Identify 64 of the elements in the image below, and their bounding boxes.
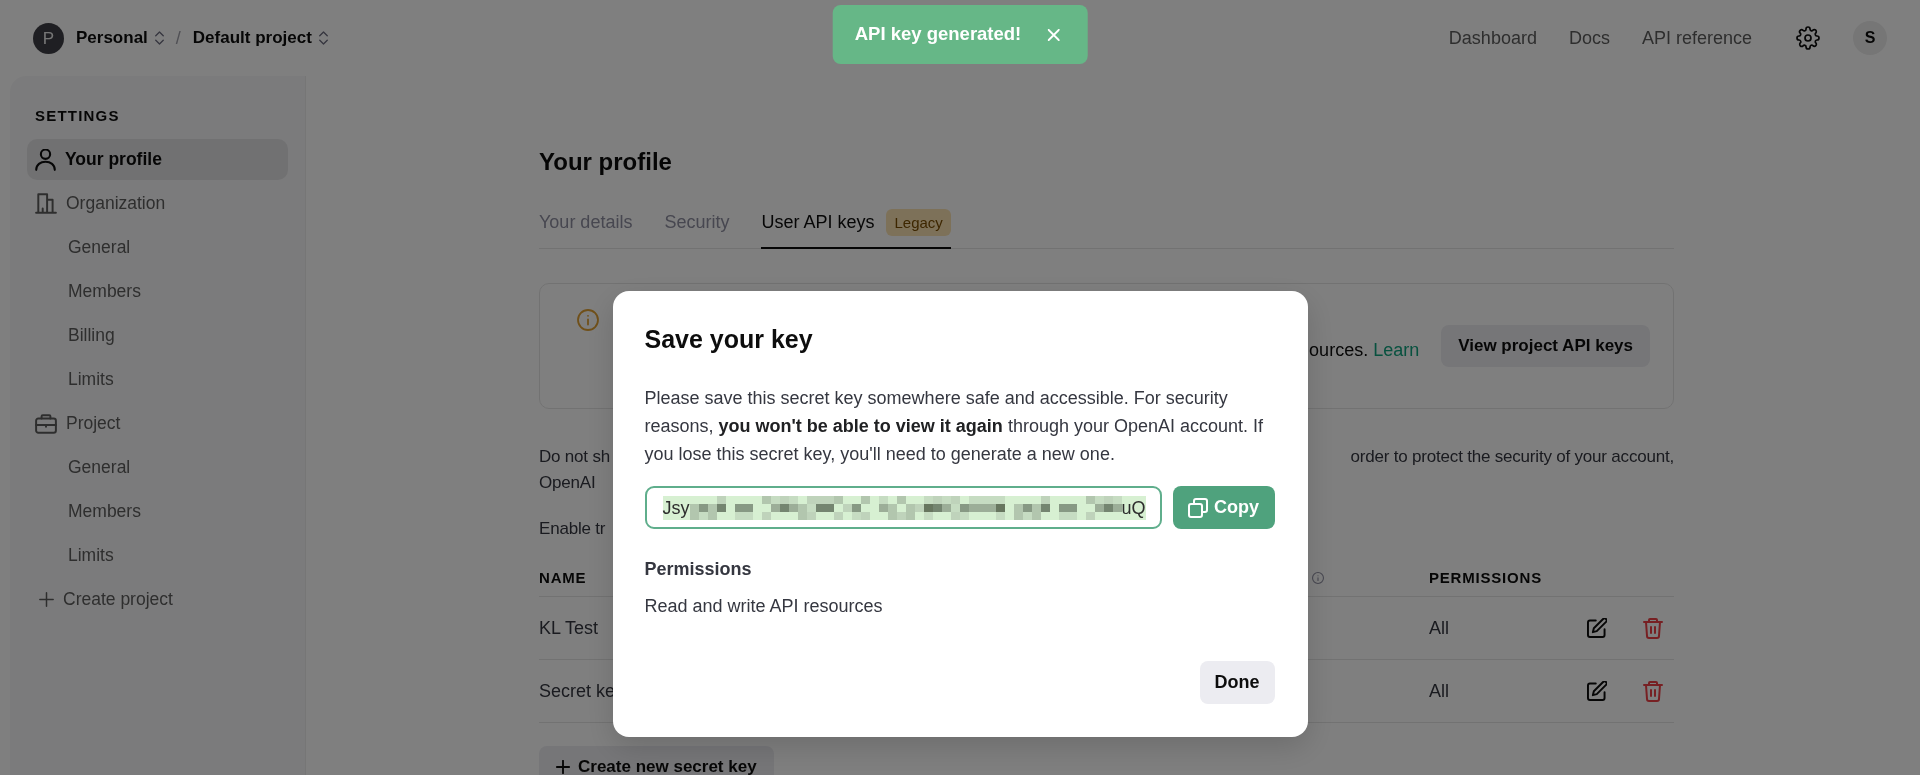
permissions-text: Read and write API resources (644, 595, 884, 618)
column-header: NAME (539, 569, 587, 587)
create-key-button[interactable]: Create new secret key (539, 746, 774, 775)
body-text: order to protect the security of your account, (1350, 446, 1674, 468)
sidebar-item[interactable]: Members (27, 491, 288, 532)
column-header: PERMISSIONS (1429, 569, 1542, 587)
edit-icon[interactable] (1587, 618, 1607, 638)
table-cell: Secret ke (539, 680, 616, 701)
nav-link[interactable]: API reference (1641, 24, 1752, 52)
toast-message: API key generated! (854, 22, 1022, 47)
dialog-message: Please save this secret key somewhere safe and accessible. For security reasons, you won't be able to view it again through your OpenAI account. If you lose this secret key, you'll need to generate a new one. (644, 387, 1265, 466)
learn-link[interactable]: Learn (1373, 336, 1420, 364)
breadcrumb-separator: / (175, 26, 181, 50)
copy-icon (1188, 497, 1208, 518)
person-icon (35, 148, 56, 171)
plus-icon (39, 592, 54, 607)
info-icon (577, 309, 599, 331)
briefcase-icon (35, 413, 57, 434)
table-cell: KL Test (539, 617, 599, 638)
copy-button[interactable]: Copy (1172, 486, 1275, 529)
sidebar-item[interactable]: Organization (27, 183, 288, 224)
project-selector[interactable]: Default project (192, 25, 328, 51)
dialog-title: Save your key (644, 324, 814, 355)
sidebar-item[interactable]: General (27, 227, 288, 268)
tab[interactable]: User API keys Legacy (761, 209, 951, 249)
sidebar-item[interactable]: Billing (27, 315, 288, 356)
sidebar-item[interactable]: Members (27, 271, 288, 312)
edit-icon[interactable] (1587, 681, 1607, 701)
view-project-keys-button[interactable]: View project API keys (1441, 325, 1650, 367)
key-text: uQ (1121, 496, 1146, 520)
sidebar-heading: SETTINGS (34, 107, 120, 125)
table-cell: All (1429, 617, 1449, 638)
tab[interactable]: Security (664, 209, 730, 249)
selector-icon (318, 31, 328, 45)
page-title: Your profile (539, 147, 673, 177)
body-text: Do not sh (539, 446, 610, 468)
plus-icon (556, 760, 570, 774)
sidebar-item[interactable]: General (27, 447, 288, 488)
nav-link[interactable]: Docs (1568, 24, 1610, 52)
settings-icon[interactable] (1796, 26, 1820, 50)
info-icon (1312, 571, 1324, 584)
permissions-heading: Permissions (644, 558, 753, 581)
user-avatar[interactable]: S (1853, 21, 1887, 55)
done-button[interactable]: Done (1199, 661, 1275, 704)
selector-icon (154, 31, 164, 45)
notice-text: ources. (1309, 338, 1369, 362)
building-icon (35, 193, 57, 214)
tab[interactable]: Your details (539, 209, 633, 249)
sidebar-item[interactable]: Project (27, 403, 288, 444)
sidebar-item[interactable]: Your profile (27, 139, 288, 180)
body-text: OpenAI (539, 472, 596, 494)
key-text: Jsy (662, 496, 690, 520)
api-key-field[interactable]: Jsy uQ (644, 486, 1162, 529)
trash-icon[interactable] (1643, 617, 1663, 639)
org-avatar: P (33, 22, 64, 54)
sidebar-item[interactable]: Create project (27, 579, 288, 620)
table-cell: All (1429, 680, 1449, 701)
nav-link[interactable]: Dashboard (1448, 24, 1537, 52)
body-text: Enable tr (539, 518, 606, 540)
sidebar-item[interactable]: Limits (27, 535, 288, 576)
org-selector[interactable]: Personal (76, 25, 164, 51)
legacy-badge: Legacy (886, 208, 951, 236)
sidebar-item[interactable]: Limits (27, 359, 288, 400)
trash-icon[interactable] (1643, 680, 1663, 702)
